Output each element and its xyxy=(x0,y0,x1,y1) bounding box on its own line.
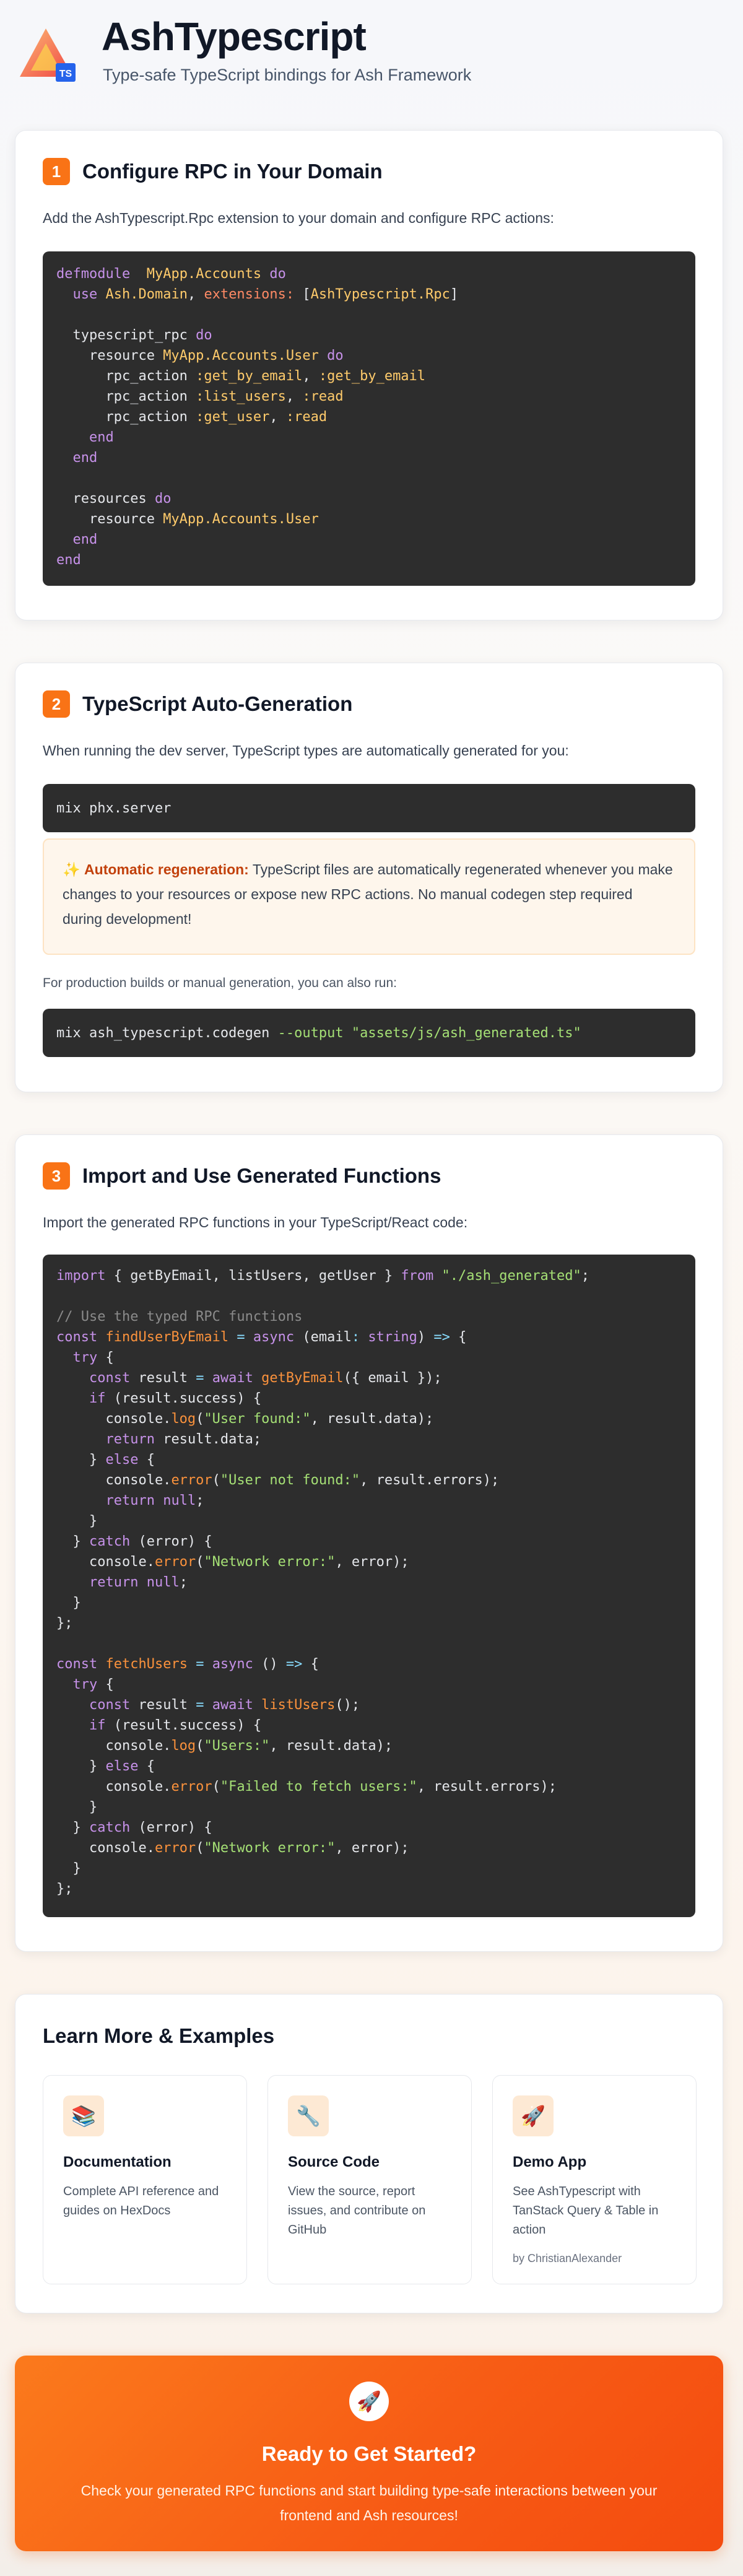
code-line: resources do xyxy=(56,491,172,507)
step-1-header: 1 Configure RPC in Your Domain xyxy=(43,158,383,185)
ash-typescript-logo-icon: TS xyxy=(20,28,76,82)
learn-more-title: Learn More & Examples xyxy=(43,2024,275,2047)
code-line: } else { xyxy=(56,1759,155,1774)
step-2-number: 2 xyxy=(43,690,70,718)
code-line: console.log("User found:", result.data); xyxy=(56,1411,434,1427)
rocket-icon: 🚀 xyxy=(513,2095,554,2136)
code-line: return null; xyxy=(89,1575,188,1590)
code-line: if (result.success) { xyxy=(89,1718,262,1733)
codegen-command-text: mix ash_typescript.codegen xyxy=(56,1025,278,1041)
code-line: } else { xyxy=(56,1452,155,1468)
step-3-header: 3 Import and Use Generated Functions xyxy=(43,1162,441,1190)
demo-app-link-card[interactable]: 🚀 Demo App See AshTypescript with TanSta… xyxy=(492,2075,697,2284)
code-line: } xyxy=(56,1513,98,1529)
code-line: defmodule MyApp.Accounts do xyxy=(56,266,286,282)
code-line: const findUserByEmail = async (email: st… xyxy=(56,1329,467,1345)
logo-badge: TS xyxy=(59,69,72,79)
books-icon: 📚 xyxy=(63,2095,104,2136)
code-line: end xyxy=(56,552,81,568)
code-line: } xyxy=(56,1799,98,1815)
step-2-title: TypeScript Auto-Generation xyxy=(82,692,353,715)
codegen-flag: --output xyxy=(277,1025,344,1041)
code-line: try { xyxy=(72,1677,114,1692)
dev-server-command-text: mix phx.server xyxy=(56,800,172,816)
code-line: rpc_action :list_users, :read xyxy=(56,389,344,404)
auto-regeneration-notice: ✨ Automatic regeneration: TypeScript fil… xyxy=(43,838,695,955)
domain-code-block[interactable]: defmodule MyApp.Accounts do use Ash.Doma… xyxy=(43,251,695,586)
code-line: // Use the typed RPC functions xyxy=(56,1309,303,1325)
code-line: rpc_action :get_user, :read xyxy=(56,409,328,425)
sparkles-icon: ✨ xyxy=(63,861,80,877)
code-line: typescript_rpc do xyxy=(56,328,212,343)
codegen-path: "assets/js/ash_generated.ts" xyxy=(351,1025,581,1041)
get-started-text: Check your generated RPC functions and s… xyxy=(80,2482,658,2523)
code-line: console.error("User not found:", result.… xyxy=(56,1473,500,1488)
code-line: use Ash.Domain, extensions: [AshTypescri… xyxy=(72,287,459,302)
source-code-title: Source Code xyxy=(288,2154,380,2170)
page-header: TS AshTypescript Type-safe TypeScript bi… xyxy=(0,0,743,124)
step-1-title: Configure RPC in Your Domain xyxy=(82,160,383,183)
page-title: AshTypescript xyxy=(102,14,367,59)
code-line: }; xyxy=(56,1616,73,1631)
code-line: console.error("Failed to fetch users:", … xyxy=(56,1779,557,1795)
code-line: const result = await listUsers(); xyxy=(89,1697,360,1713)
step-2-card: 2 TypeScript Auto-Generation When runnin… xyxy=(15,663,723,1092)
code-line: rpc_action :get_by_email, :get_by_email xyxy=(56,368,426,384)
step-3-title: Import and Use Generated Functions xyxy=(82,1164,441,1187)
code-line: const fetchUsers = async () => { xyxy=(56,1656,319,1672)
code-line: } xyxy=(56,1595,81,1611)
code-line: resource MyApp.Accounts.User xyxy=(56,511,319,527)
codegen-command[interactable]: mix ash_typescript.codegen --output "ass… xyxy=(43,1009,695,1057)
get-started-banner: 🚀 Ready to Get Started? Check your gener… xyxy=(15,2356,723,2551)
code-line: } catch (error) { xyxy=(56,1534,212,1549)
demo-app-byline: by ChristianAlexander xyxy=(513,2252,622,2265)
code-line: console.error("Network error:", error); xyxy=(56,1840,409,1856)
step-1-card: 1 Configure RPC in Your Domain Add the A… xyxy=(15,130,723,620)
code-line: }; xyxy=(56,1881,73,1897)
notice-strong: Automatic regeneration: xyxy=(84,861,249,877)
demo-app-title: Demo App xyxy=(513,2154,587,2170)
code-line: console.log("Users:", result.data); xyxy=(56,1738,393,1754)
code-line: end xyxy=(89,430,114,445)
step-3-number: 3 xyxy=(43,1162,70,1190)
production-note: For production builds or manual generati… xyxy=(43,976,398,990)
code-line: return result.data; xyxy=(105,1432,262,1447)
source-code-link-card[interactable]: 🔧 Source Code View the source, report is… xyxy=(267,2075,472,2284)
code-line: if (result.success) { xyxy=(89,1391,262,1406)
code-line: try { xyxy=(72,1350,114,1365)
step-3-description: Import the generated RPC functions in yo… xyxy=(43,1214,468,1230)
rocket-icon: 🚀 xyxy=(349,2382,389,2421)
code-line: } xyxy=(56,1861,81,1876)
code-line: const result = await getByEmail({ email … xyxy=(89,1370,442,1386)
dev-server-command[interactable]: mix phx.server xyxy=(43,784,695,832)
step-2-description: When running the dev server, TypeScript … xyxy=(43,742,569,759)
code-line: end xyxy=(72,532,98,547)
code-line: return null; xyxy=(105,1493,204,1508)
demo-app-description: See AshTypescript with TanStack Query & … xyxy=(513,2185,659,2237)
step-3-card: 3 Import and Use Generated Functions Imp… xyxy=(15,1134,723,1952)
code-line: console.error("Network error:", error); xyxy=(56,1554,409,1570)
code-line: end xyxy=(72,450,98,466)
code-line: } catch (error) { xyxy=(56,1820,212,1835)
usage-code-block[interactable]: import { getByEmail, listUsers, getUser … xyxy=(43,1255,695,1917)
step-1-description: Add the AshTypescript.Rpc extension to y… xyxy=(43,210,554,226)
step-1-number: 1 xyxy=(43,158,70,185)
documentation-description: Complete API reference and guides on Hex… xyxy=(63,2185,219,2217)
wrench-icon: 🔧 xyxy=(288,2095,329,2136)
get-started-title: Ready to Get Started? xyxy=(261,2442,477,2465)
code-line: import { getByEmail, listUsers, getUser … xyxy=(56,1268,589,1284)
step-2-header: 2 TypeScript Auto-Generation xyxy=(43,690,352,718)
code-line: resource MyApp.Accounts.User do xyxy=(56,348,344,363)
learn-more-card: Learn More & Examples 📚 Documentation Co… xyxy=(15,1994,723,2313)
documentation-title: Documentation xyxy=(63,2154,172,2170)
source-code-description: View the source, report issues, and cont… xyxy=(288,2185,426,2237)
page-subtitle: Type-safe TypeScript bindings for Ash Fr… xyxy=(103,66,472,84)
documentation-link-card[interactable]: 📚 Documentation Complete API reference a… xyxy=(43,2075,247,2284)
